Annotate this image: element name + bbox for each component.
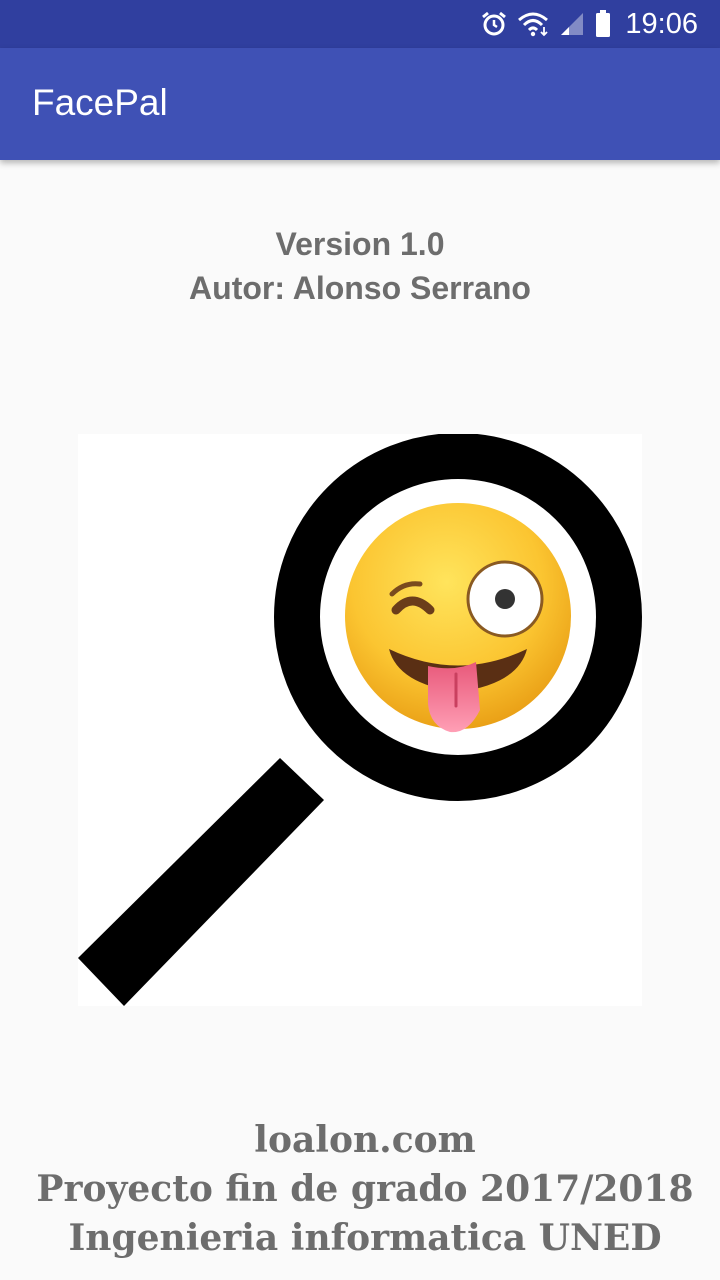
degree-text: Ingenieria informatica UNED [68,1217,662,1259]
signal-icon [559,11,585,37]
alarm-icon [481,11,507,37]
app-logo [78,433,642,1006]
wifi-icon [517,11,549,37]
status-time: 19:06 [625,7,698,40]
battery-icon [595,10,611,38]
author-text: Autor: Alonso Serrano [189,270,531,306]
footer-info: loalon.com Proyecto fin de grado 2017/20… [0,1116,720,1263]
magnifier-winking-emoji-icon [78,433,642,1006]
app-bar: FacePal [0,48,720,160]
website-text: loalon.com [254,1119,476,1161]
version-text: Version 1.0 [275,226,445,262]
app-title: FacePal [32,82,168,123]
about-info: Version 1.0 Autor: Alonso Serrano [0,222,720,310]
status-icons: 19:06 [481,0,698,48]
project-text: Proyecto fin de grado 2017/2018 [36,1168,694,1210]
status-bar: 19:06 [0,0,720,48]
